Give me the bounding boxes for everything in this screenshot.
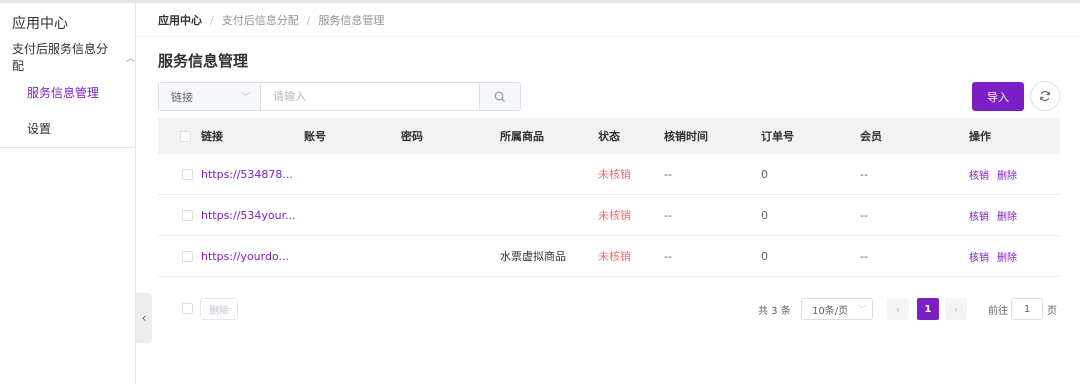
column-header-verify-time: 核销时间 <box>664 130 708 143</box>
breadcrumb-divider <box>137 36 1080 37</box>
row-checkbox[interactable] <box>182 168 193 180</box>
sidebar-group-payment-service[interactable]: 支付后服务信息分配 ︿ <box>0 42 135 73</box>
status-cell: 未核销 <box>598 209 631 222</box>
chevron-up-icon: ︿ <box>125 53 135 64</box>
page-number-current[interactable]: 1 <box>917 298 939 320</box>
link-cell[interactable]: https://yourdo... <box>201 236 296 276</box>
member-cell: -- <box>860 249 868 263</box>
sidebar-item-service-info[interactable]: 服务信息管理 <box>0 74 135 110</box>
refresh-button[interactable] <box>1030 81 1060 111</box>
column-header-order-no: 订单号 <box>761 130 794 143</box>
column-header-product: 所属商品 <box>500 130 544 143</box>
delete-button[interactable]: 删除 <box>997 249 1017 264</box>
breadcrumb-separator: / <box>210 13 214 27</box>
next-page-button[interactable]: › <box>945 298 967 320</box>
column-header-link: 链接 <box>201 130 223 143</box>
select-all-checkbox[interactable] <box>180 130 191 142</box>
page-size-select[interactable]: 10条/页 ﹀ <box>801 298 873 320</box>
chevron-down-icon: ﹀ <box>240 93 250 103</box>
table-row: https://534your... 未核销 -- 0 -- 核销 删除 <box>158 195 1060 236</box>
sidebar-collapse-button[interactable]: ‹ <box>136 293 152 343</box>
verify-button[interactable]: 核销 <box>969 167 989 182</box>
pagination-total: 共 3 条 <box>758 306 791 317</box>
status-cell: 未核销 <box>598 250 631 263</box>
chevron-right-icon: › <box>953 302 959 316</box>
order-no-cell: 0 <box>761 249 768 263</box>
bulk-select-checkbox[interactable] <box>182 303 193 314</box>
select-all-checkbox-cell <box>180 118 191 154</box>
verify-time-cell: -- <box>664 249 672 263</box>
table-header: 链接 账号 密码 所属商品 状态 核销时间 订单号 会员 操作 <box>158 118 1060 154</box>
delete-button[interactable]: 删除 <box>997 167 1017 182</box>
breadcrumb: 应用中心 / 支付后信息分配 / 服务信息管理 <box>158 12 384 28</box>
column-header-password: 密码 <box>401 130 423 143</box>
actions-cell: 核销 删除 <box>969 195 1017 235</box>
chevron-left-icon: ‹ <box>895 302 901 316</box>
row-checkbox[interactable] <box>182 209 193 221</box>
sidebar-item-label: 设置 <box>27 121 52 136</box>
page-suffix: 页 <box>1047 306 1057 317</box>
member-cell: -- <box>860 208 868 222</box>
actions-cell: 核销 删除 <box>969 236 1017 276</box>
search-button[interactable] <box>479 83 520 110</box>
service-info-table: 链接 账号 密码 所属商品 状态 核销时间 订单号 会员 操作 https://… <box>158 118 1060 277</box>
sidebar-item-label: 服务信息管理 <box>27 85 100 100</box>
page-size-value: 10条/页 <box>812 305 849 317</box>
search-field-selected: 链接 <box>171 90 193 104</box>
sidebar-title: 应用中心 <box>12 16 68 32</box>
actions-cell: 核销 删除 <box>969 154 1017 194</box>
verify-time-cell: -- <box>664 208 672 222</box>
sidebar-group-label: 支付后服务信息分配 <box>12 42 109 73</box>
breadcrumb-separator: / <box>306 13 311 27</box>
column-header-status: 状态 <box>598 130 620 143</box>
page-title: 服务信息管理 <box>158 52 249 70</box>
prev-page-button[interactable]: ‹ <box>887 298 909 320</box>
search-bar: 链接 ﹀ <box>158 82 521 111</box>
breadcrumb-current: 服务信息管理 <box>318 14 385 27</box>
chevron-down-icon: ﹀ <box>858 304 866 314</box>
sidebar: 应用中心 支付后服务信息分配 ︿ 服务信息管理 设置 <box>0 3 136 384</box>
link-cell[interactable]: https://534878... <box>201 154 296 194</box>
verify-button[interactable]: 核销 <box>969 208 989 223</box>
breadcrumb-root[interactable]: 应用中心 <box>158 12 202 28</box>
product-cell: 水票虚拟商品 <box>500 250 566 263</box>
row-checkbox[interactable] <box>182 250 193 262</box>
column-header-actions: 操作 <box>969 130 991 143</box>
verify-button[interactable]: 核销 <box>969 249 989 264</box>
column-header-member: 会员 <box>860 130 882 143</box>
search-input[interactable] <box>261 83 479 110</box>
sidebar-item-settings[interactable]: 设置 <box>0 110 135 146</box>
delete-button[interactable]: 删除 <box>997 208 1017 223</box>
goto-label: 前往 <box>988 306 1008 317</box>
search-field-select[interactable]: 链接 ﹀ <box>159 83 261 110</box>
link-cell[interactable]: https://534your... <box>201 195 296 235</box>
member-cell: -- <box>860 167 868 181</box>
breadcrumb-level2[interactable]: 支付后信息分配 <box>222 12 299 28</box>
order-no-cell: 0 <box>761 208 768 222</box>
top-border <box>0 0 1080 3</box>
bulk-delete-button[interactable]: 删除 <box>200 298 238 320</box>
import-button[interactable]: 导入 <box>972 82 1024 111</box>
search-icon <box>494 91 505 102</box>
table-row: https://534878... 未核销 -- 0 -- 核销 删除 <box>158 154 1060 195</box>
table-row: https://yourdo... 水票虚拟商品 未核销 -- 0 -- 核销 … <box>158 236 1060 277</box>
goto-page-input[interactable]: 1 <box>1011 298 1043 320</box>
column-header-account: 账号 <box>304 130 326 143</box>
chevron-left-icon: ‹ <box>141 311 147 325</box>
order-no-cell: 0 <box>761 167 768 181</box>
status-cell: 未核销 <box>598 168 631 181</box>
verify-time-cell: -- <box>664 167 672 181</box>
refresh-icon <box>1040 91 1050 101</box>
sidebar-divider <box>0 147 135 148</box>
